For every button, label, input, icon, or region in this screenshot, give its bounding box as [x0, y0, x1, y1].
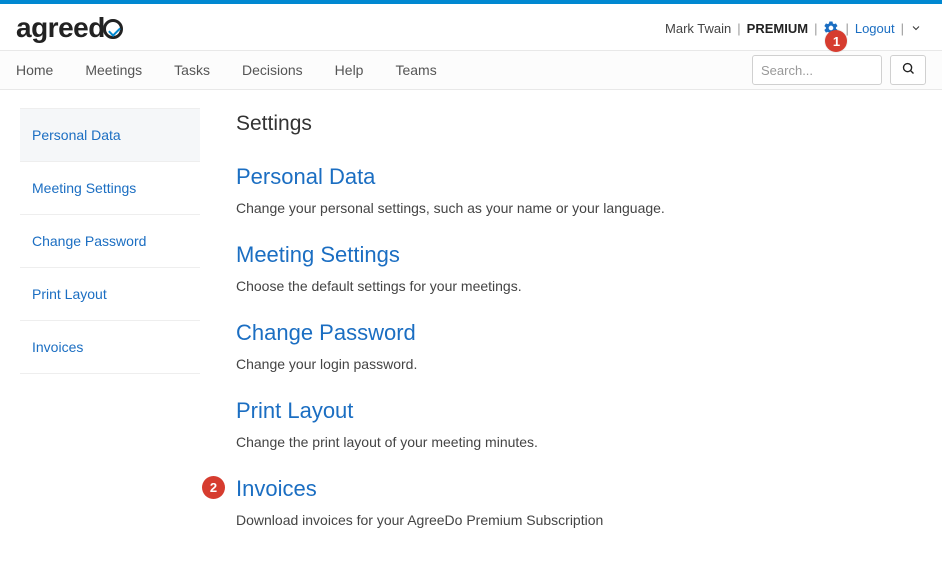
section-desc: Choose the default settings for your mee… — [236, 278, 922, 294]
annotation-badge-2: 2 — [202, 476, 225, 499]
section-heading-print-layout[interactable]: Print Layout — [236, 398, 922, 424]
plan-badge: PREMIUM — [747, 21, 808, 36]
nav-item-meetings[interactable]: Meetings — [69, 52, 158, 88]
separator: | — [901, 21, 904, 36]
nav-links: Home Meetings Tasks Decisions Help Teams — [16, 52, 453, 88]
separator: | — [737, 21, 740, 36]
sidebar-item-change-password[interactable]: Change Password — [20, 215, 200, 268]
section-invoices: 2 Invoices Download invoices for your Ag… — [236, 476, 922, 528]
user-name: Mark Twain — [665, 21, 731, 36]
main-nav: Home Meetings Tasks Decisions Help Teams — [0, 50, 942, 90]
section-change-password: Change Password Change your login passwo… — [236, 320, 922, 372]
section-print-layout: Print Layout Change the print layout of … — [236, 398, 922, 450]
sidebar-item-invoices[interactable]: Invoices — [20, 321, 200, 374]
section-desc: Change your login password. — [236, 356, 922, 372]
section-heading-meeting-settings[interactable]: Meeting Settings — [236, 242, 922, 268]
nav-item-teams[interactable]: Teams — [379, 52, 452, 88]
sidebar-item-personal-data[interactable]: Personal Data — [20, 108, 200, 162]
section-heading-invoices[interactable]: Invoices — [236, 476, 922, 502]
separator: | — [845, 21, 848, 36]
nav-item-decisions[interactable]: Decisions — [226, 52, 319, 88]
section-desc: Download invoices for your AgreeDo Premi… — [236, 512, 922, 528]
search-input[interactable] — [752, 55, 882, 85]
main-panel: Settings Personal Data Change your perso… — [236, 108, 922, 554]
user-area: Mark Twain | PREMIUM | 1 | Logout | — [665, 20, 922, 36]
chevron-down-icon[interactable] — [910, 22, 922, 34]
page-title: Settings — [236, 112, 922, 136]
nav-item-home[interactable]: Home — [16, 52, 69, 88]
section-personal-data: Personal Data Change your personal setti… — [236, 164, 922, 216]
brand-name: agreed — [16, 12, 105, 43]
brand-logo[interactable]: agreed — [16, 12, 123, 44]
settings-button[interactable]: 1 — [823, 20, 839, 36]
section-heading-change-password[interactable]: Change Password — [236, 320, 922, 346]
content: Personal Data Meeting Settings Change Pa… — [0, 90, 942, 584]
separator: | — [814, 21, 817, 36]
nav-item-help[interactable]: Help — [319, 52, 380, 88]
search-button[interactable] — [890, 55, 926, 85]
section-desc: Change your personal settings, such as y… — [236, 200, 922, 216]
search-icon — [901, 61, 916, 79]
section-meeting-settings: Meeting Settings Choose the default sett… — [236, 242, 922, 294]
brand-logo-icon — [103, 19, 123, 39]
sidebar-item-meeting-settings[interactable]: Meeting Settings — [20, 162, 200, 215]
section-desc: Change the print layout of your meeting … — [236, 434, 922, 450]
header: agreed Mark Twain | PREMIUM | 1 | Logout… — [0, 4, 942, 50]
section-heading-personal-data[interactable]: Personal Data — [236, 164, 922, 190]
sidebar-item-print-layout[interactable]: Print Layout — [20, 268, 200, 321]
annotation-badge-1: 1 — [825, 30, 847, 52]
logout-link[interactable]: Logout — [855, 21, 895, 36]
nav-right — [752, 55, 926, 85]
settings-sidebar: Personal Data Meeting Settings Change Pa… — [20, 108, 200, 554]
nav-item-tasks[interactable]: Tasks — [158, 52, 226, 88]
